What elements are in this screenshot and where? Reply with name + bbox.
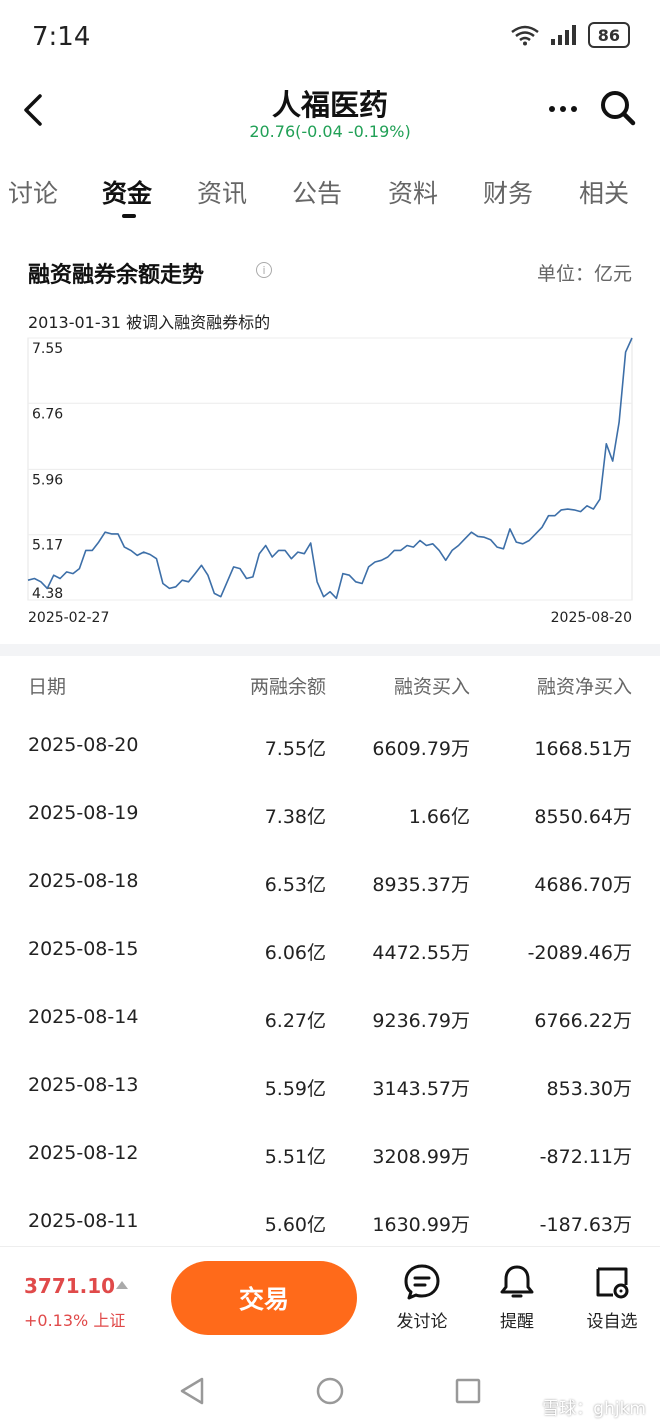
y-tick-label: 6.76 <box>32 406 63 422</box>
table-row[interactable]: 2025-08-12 5.51亿 3208.99万 -872.11万 <box>0 1120 660 1188</box>
system-back-icon[interactable] <box>178 1376 206 1406</box>
row-net-buy: 4686.70万 <box>534 874 632 896</box>
tab-announcements[interactable]: 公告 <box>292 174 342 210</box>
row-balance: 7.55亿 <box>264 738 326 760</box>
row-date: 2025-08-13 <box>28 1074 139 1096</box>
table-row[interactable]: 2025-08-19 7.38亿 1.66亿 8550.64万 <box>0 780 660 848</box>
row-date: 2025-08-14 <box>28 1006 139 1028</box>
info-icon[interactable]: i <box>256 262 272 278</box>
add-watchlist-label: 设自选 <box>586 1312 638 1332</box>
row-net-buy: -2089.46万 <box>527 942 632 964</box>
row-balance: 5.51亿 <box>264 1146 326 1168</box>
row-balance: 6.27亿 <box>264 1010 326 1032</box>
x-start-label: 2025-02-27 <box>28 610 109 626</box>
row-net-buy: 1668.51万 <box>534 738 632 760</box>
y-tick-label: 5.17 <box>32 538 63 554</box>
series-line <box>27 337 633 600</box>
tab-funds[interactable]: 资金 <box>102 174 152 210</box>
row-date: 2025-08-12 <box>28 1142 139 1164</box>
table-row[interactable]: 2025-08-15 6.06亿 4472.55万 -2089.46万 <box>0 916 660 984</box>
alert-button[interactable]: 提醒 <box>472 1263 562 1332</box>
y-tick-label: 5.96 <box>32 472 63 488</box>
system-recents-icon[interactable] <box>454 1377 482 1405</box>
header-buy: 融资买入 <box>393 676 470 698</box>
add-watchlist-button[interactable]: 设自选 <box>567 1263 657 1332</box>
table-row[interactable]: 2025-08-14 6.27亿 9236.79万 6766.22万 <box>0 984 660 1052</box>
bottom-bar: 3771.10 +0.13% 上证 交易 发讨论 提醒 设自选 <box>0 1246 660 1346</box>
watermark: 雪球：ghjkm <box>542 1399 646 1419</box>
x-end-label: 2025-08-20 <box>551 610 632 626</box>
post-discussion-label: 发讨论 <box>396 1312 448 1332</box>
row-buy: 6609.79万 <box>372 738 470 760</box>
search-icon[interactable] <box>598 88 638 128</box>
table-row[interactable]: 2025-08-18 6.53亿 8935.37万 4686.70万 <box>0 848 660 916</box>
row-balance: 6.53亿 <box>264 874 326 896</box>
status-icons: 86 <box>510 22 630 48</box>
y-tick-label: 7.55 <box>32 341 63 357</box>
section-tabs: 讨论 资金 资讯 公告 资料 财务 相关 <box>0 166 660 226</box>
tab-financials[interactable]: 财务 <box>483 174 533 210</box>
index-value[interactable]: 3771.10 <box>24 1274 115 1298</box>
table-row[interactable]: 2025-08-13 5.59亿 3143.57万 853.30万 <box>0 1052 660 1120</box>
stock-price-change: 20.76(-0.04 -0.19%) <box>249 122 411 141</box>
row-buy: 1630.99万 <box>372 1214 470 1236</box>
tab-news[interactable]: 资讯 <box>197 174 247 210</box>
battery-icon: 86 <box>587 22 630 48</box>
table-header: 日期 两融余额 融资买入 融资净买入 <box>0 672 660 702</box>
row-buy: 9236.79万 <box>372 1010 470 1032</box>
row-balance: 6.06亿 <box>264 942 326 964</box>
row-net-buy: -187.63万 <box>539 1214 632 1236</box>
bell-icon <box>500 1265 534 1298</box>
add-watchlist-icon <box>596 1267 629 1299</box>
system-home-icon[interactable] <box>315 1376 345 1406</box>
header-date: 日期 <box>28 676 67 698</box>
row-date: 2025-08-20 <box>28 734 139 756</box>
chat-bubble-icon <box>404 1264 440 1300</box>
index-change[interactable]: +0.13% 上证 <box>24 1307 125 1331</box>
table-row[interactable]: 2025-08-20 7.55亿 6609.79万 1668.51万 <box>0 712 660 780</box>
tab-profile[interactable]: 资料 <box>388 174 438 210</box>
signal-icon <box>550 25 576 45</box>
row-date: 2025-08-11 <box>28 1210 139 1232</box>
row-buy: 4472.55万 <box>372 942 470 964</box>
row-net-buy: 853.30万 <box>546 1078 632 1100</box>
row-buy: 3143.57万 <box>372 1078 470 1100</box>
nav-bar: 人福医药 20.76(-0.04 -0.19%) <box>0 76 660 150</box>
active-tab-indicator <box>122 214 136 218</box>
row-buy: 1.66亿 <box>408 806 470 828</box>
tab-discussion[interactable]: 讨论 <box>8 174 58 210</box>
row-date: 2025-08-18 <box>28 870 139 892</box>
row-balance: 7.38亿 <box>264 806 326 828</box>
row-net-buy: -872.11万 <box>539 1146 632 1168</box>
row-balance: 5.60亿 <box>264 1214 326 1236</box>
header-balance: 两融余额 <box>249 676 326 698</box>
header-net-buy: 融资净买入 <box>536 676 632 698</box>
row-net-buy: 8550.64万 <box>534 806 632 828</box>
tab-related[interactable]: 相关 <box>579 174 629 210</box>
row-date: 2025-08-15 <box>28 938 139 960</box>
index-up-arrow-icon <box>116 1281 128 1289</box>
wifi-icon <box>510 25 539 46</box>
unit-label: 单位：亿元 <box>536 263 632 285</box>
post-discussion-button[interactable]: 发讨论 <box>377 1263 467 1332</box>
chart-title: 融资融券余额走势 <box>28 263 205 288</box>
row-net-buy: 6766.22万 <box>534 1010 632 1032</box>
trade-button[interactable]: 交易 <box>171 1261 357 1335</box>
margin-balance-chart: 7.556.765.965.174.382025-02-27 2025-08-20 <box>27 337 633 626</box>
status-time: 7:14 <box>32 22 91 52</box>
row-date: 2025-08-19 <box>28 802 139 824</box>
status-bar: 7:14 86 <box>0 0 660 76</box>
row-balance: 5.59亿 <box>264 1078 326 1100</box>
alert-label: 提醒 <box>500 1312 534 1332</box>
section-divider <box>0 644 660 656</box>
more-icon[interactable] <box>546 94 580 124</box>
row-buy: 8935.37万 <box>372 874 470 896</box>
row-buy: 3208.99万 <box>372 1146 470 1168</box>
